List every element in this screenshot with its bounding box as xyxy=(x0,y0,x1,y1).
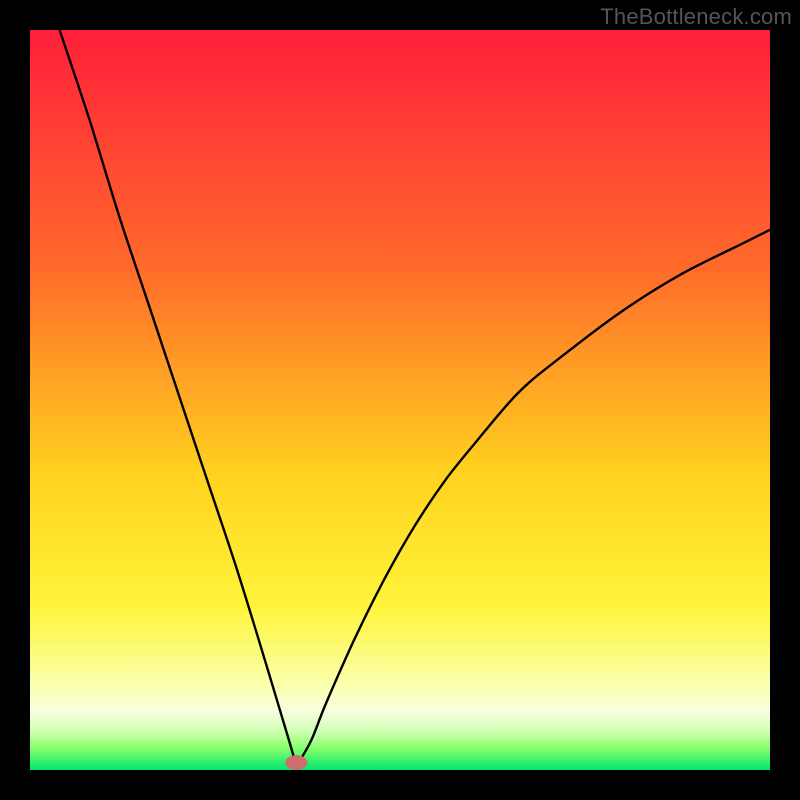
plot-area xyxy=(30,30,770,770)
gradient-background xyxy=(30,30,770,770)
outer-frame: TheBottleneck.com xyxy=(0,0,800,800)
chart-svg xyxy=(30,30,770,770)
minimum-marker xyxy=(285,755,307,770)
watermark-text: TheBottleneck.com xyxy=(600,4,792,30)
